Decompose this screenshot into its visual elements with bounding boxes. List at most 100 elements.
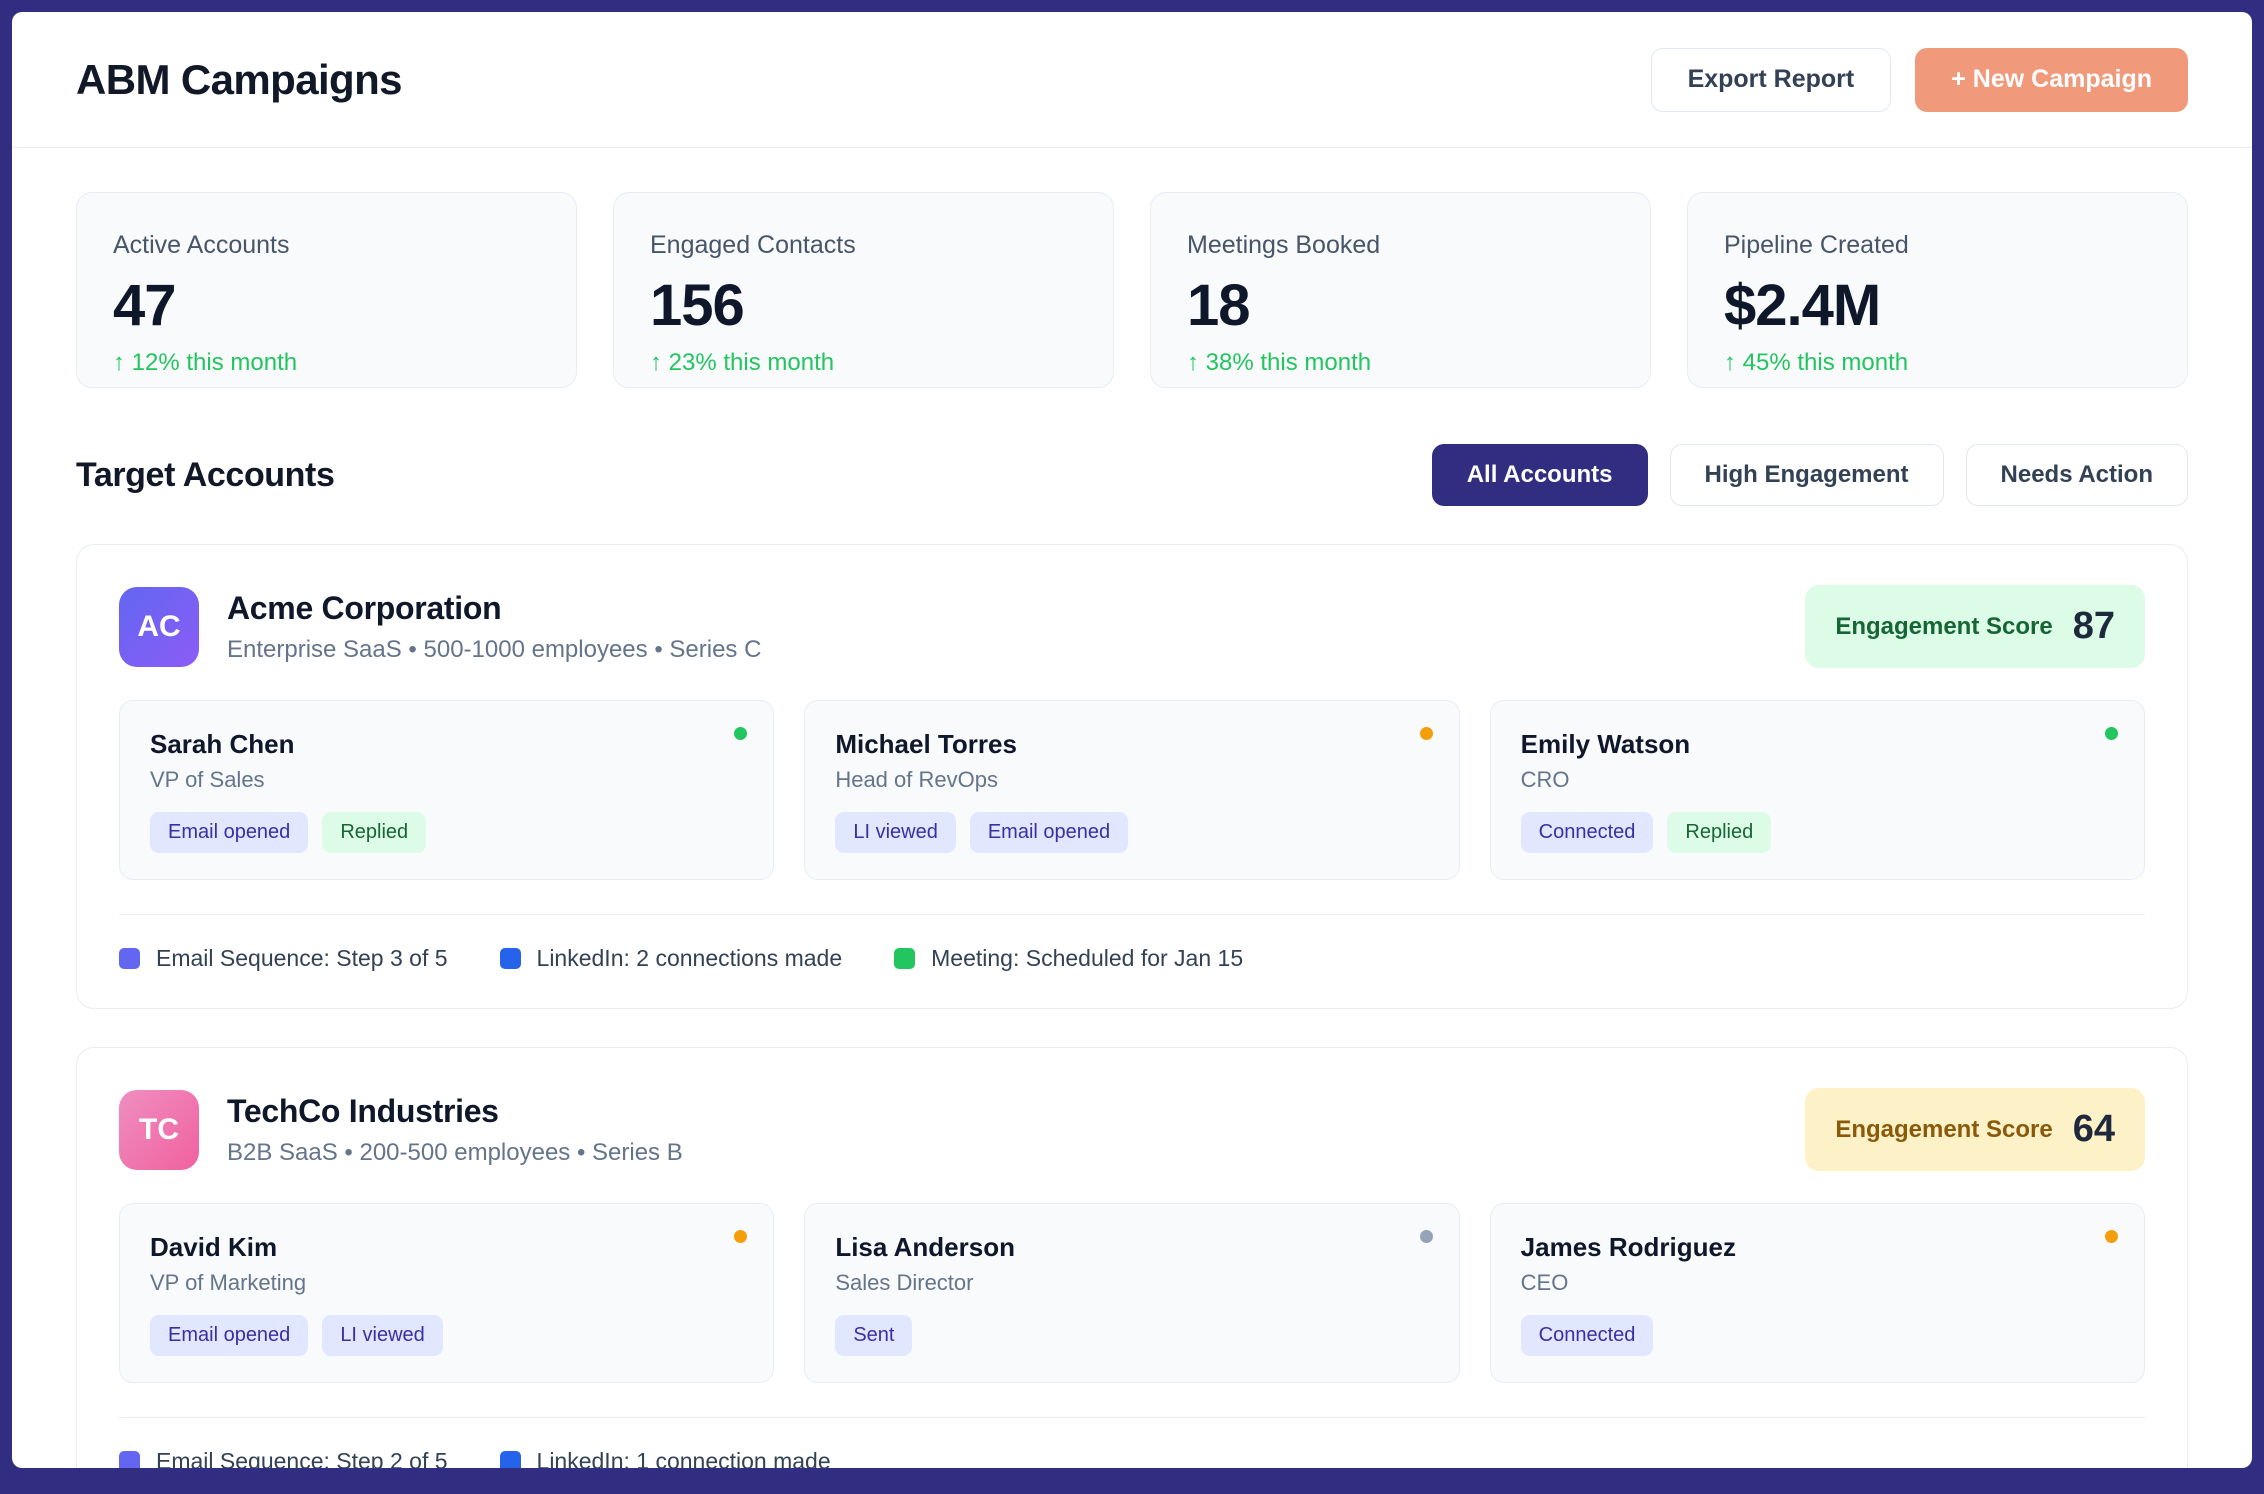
timeline-color-swatch (119, 1451, 140, 1468)
contacts-row: Sarah Chen VP of Sales Email opened Repl… (119, 700, 2145, 880)
contact-badges: Connected Replied (1521, 812, 2114, 853)
contact-badges: LI viewed Email opened (835, 812, 1428, 853)
stat-value: 18 (1187, 272, 1614, 339)
account-header: TC TechCo Industries B2B SaaS • 200-500 … (119, 1088, 2145, 1171)
account-identity: Acme Corporation Enterprise SaaS • 500-1… (227, 590, 1777, 664)
contact-role: Head of RevOps (835, 767, 1428, 792)
status-dot (734, 1230, 747, 1243)
stat-value: 47 (113, 272, 540, 339)
contact-card-james-rodriguez[interactable]: James Rodriguez CEO Connected (1490, 1203, 2145, 1383)
contact-name: Sarah Chen (150, 729, 743, 759)
status-dot (2105, 727, 2118, 740)
target-accounts-header: Target Accounts All Accounts High Engage… (12, 388, 2252, 506)
contact-badges: Connected (1521, 1315, 2114, 1356)
account-list: AC Acme Corporation Enterprise SaaS • 50… (12, 506, 2252, 1468)
app-frame: ABM Campaigns Export Report + New Campai… (0, 0, 2264, 1494)
tab-needs-action[interactable]: Needs Action (1966, 444, 2188, 506)
account-name: TechCo Industries (227, 1093, 1777, 1130)
status-dot (1420, 727, 1433, 740)
new-campaign-button[interactable]: + New Campaign (1915, 48, 2188, 112)
contact-card-lisa-anderson[interactable]: Lisa Anderson Sales Director Sent (804, 1203, 1459, 1383)
contact-name: Lisa Anderson (835, 1232, 1428, 1262)
contact-name: David Kim (150, 1232, 743, 1262)
activity-badge: LI viewed (835, 812, 956, 853)
stat-label: Pipeline Created (1724, 231, 2151, 260)
tab-all-accounts[interactable]: All Accounts (1432, 444, 1648, 506)
stat-card-active-accounts: Active Accounts 47 ↑ 12% this month (76, 192, 577, 388)
stat-delta: ↑ 45% this month (1724, 349, 2151, 377)
contact-card-emily-watson[interactable]: Emily Watson CRO Connected Replied (1490, 700, 2145, 880)
account-filters: All Accounts High Engagement Needs Actio… (1432, 444, 2188, 506)
contact-role: Sales Director (835, 1270, 1428, 1295)
stat-delta: ↑ 23% this month (650, 349, 1077, 377)
activity-badge: Replied (322, 812, 426, 853)
activity-badge: Connected (1521, 1315, 1654, 1356)
contact-badges: Sent (835, 1315, 1428, 1356)
account-card-techco: TC TechCo Industries B2B SaaS • 200-500 … (76, 1047, 2188, 1468)
activity-badge: Email opened (970, 812, 1128, 853)
account-avatar: AC (119, 587, 199, 667)
contact-name: Michael Torres (835, 729, 1428, 759)
contact-role: VP of Sales (150, 767, 743, 792)
timeline-color-swatch (119, 948, 140, 969)
timeline-item-email-sequence: Email Sequence: Step 3 of 5 (119, 945, 448, 972)
engagement-score-value: 87 (2073, 605, 2115, 648)
stat-value: $2.4M (1724, 272, 2151, 339)
status-dot (734, 727, 747, 740)
contacts-row: David Kim VP of Marketing Email opened L… (119, 1203, 2145, 1383)
header: ABM Campaigns Export Report + New Campai… (12, 12, 2252, 148)
timeline-color-swatch (500, 1451, 521, 1468)
timeline-item-email-sequence: Email Sequence: Step 2 of 5 (119, 1448, 448, 1468)
stat-label: Active Accounts (113, 231, 540, 260)
timeline-color-swatch (500, 948, 521, 969)
engagement-score-badge: Engagement Score 87 (1805, 585, 2145, 668)
activity-badge: Email opened (150, 1315, 308, 1356)
engagement-score-value: 64 (2073, 1108, 2115, 1151)
timeline-item-linkedin: LinkedIn: 1 connection made (500, 1448, 831, 1468)
timeline-color-swatch (894, 948, 915, 969)
timeline-item-meeting: Meeting: Scheduled for Jan 15 (894, 945, 1243, 972)
contact-card-sarah-chen[interactable]: Sarah Chen VP of Sales Email opened Repl… (119, 700, 774, 880)
contact-card-michael-torres[interactable]: Michael Torres Head of RevOps LI viewed … (804, 700, 1459, 880)
engagement-score-label: Engagement Score (1835, 613, 2052, 641)
page: ABM Campaigns Export Report + New Campai… (12, 12, 2252, 1468)
contact-role: VP of Marketing (150, 1270, 743, 1295)
export-report-button[interactable]: Export Report (1651, 48, 1892, 112)
stat-card-pipeline-created: Pipeline Created $2.4M ↑ 45% this month (1687, 192, 2188, 388)
stats-row: Active Accounts 47 ↑ 12% this month Enga… (12, 148, 2252, 388)
activity-badge: Sent (835, 1315, 912, 1356)
contact-badges: Email opened LI viewed (150, 1315, 743, 1356)
activity-badge: Replied (1667, 812, 1771, 853)
page-title: ABM Campaigns (76, 56, 402, 104)
stat-delta: ↑ 12% this month (113, 349, 540, 377)
account-identity: TechCo Industries B2B SaaS • 200-500 emp… (227, 1093, 1777, 1167)
contact-card-david-kim[interactable]: David Kim VP of Marketing Email opened L… (119, 1203, 774, 1383)
stat-label: Engaged Contacts (650, 231, 1077, 260)
header-actions: Export Report + New Campaign (1651, 48, 2188, 112)
activity-badge: LI viewed (322, 1315, 443, 1356)
engagement-score-badge: Engagement Score 64 (1805, 1088, 2145, 1171)
engagement-score-label: Engagement Score (1835, 1116, 2052, 1144)
tab-high-engagement[interactable]: High Engagement (1670, 444, 1944, 506)
account-card-acme: AC Acme Corporation Enterprise SaaS • 50… (76, 544, 2188, 1009)
campaign-timeline: Email Sequence: Step 3 of 5 LinkedIn: 2 … (119, 914, 2145, 972)
timeline-label: LinkedIn: 1 connection made (537, 1448, 831, 1468)
status-dot (2105, 1230, 2118, 1243)
stat-delta: ↑ 38% this month (1187, 349, 1614, 377)
account-header: AC Acme Corporation Enterprise SaaS • 50… (119, 585, 2145, 668)
contact-role: CRO (1521, 767, 2114, 792)
activity-badge: Email opened (150, 812, 308, 853)
campaign-timeline: Email Sequence: Step 2 of 5 LinkedIn: 1 … (119, 1417, 2145, 1468)
contact-name: James Rodriguez (1521, 1232, 2114, 1262)
activity-badge: Connected (1521, 812, 1654, 853)
timeline-item-linkedin: LinkedIn: 2 connections made (500, 945, 843, 972)
stat-card-engaged-contacts: Engaged Contacts 156 ↑ 23% this month (613, 192, 1114, 388)
account-meta: Enterprise SaaS • 500-1000 employees • S… (227, 636, 1777, 664)
stat-value: 156 (650, 272, 1077, 339)
account-meta: B2B SaaS • 200-500 employees • Series B (227, 1139, 1777, 1167)
status-dot (1420, 1230, 1433, 1243)
account-name: Acme Corporation (227, 590, 1777, 627)
account-avatar: TC (119, 1090, 199, 1170)
section-title: Target Accounts (76, 456, 334, 495)
contact-role: CEO (1521, 1270, 2114, 1295)
